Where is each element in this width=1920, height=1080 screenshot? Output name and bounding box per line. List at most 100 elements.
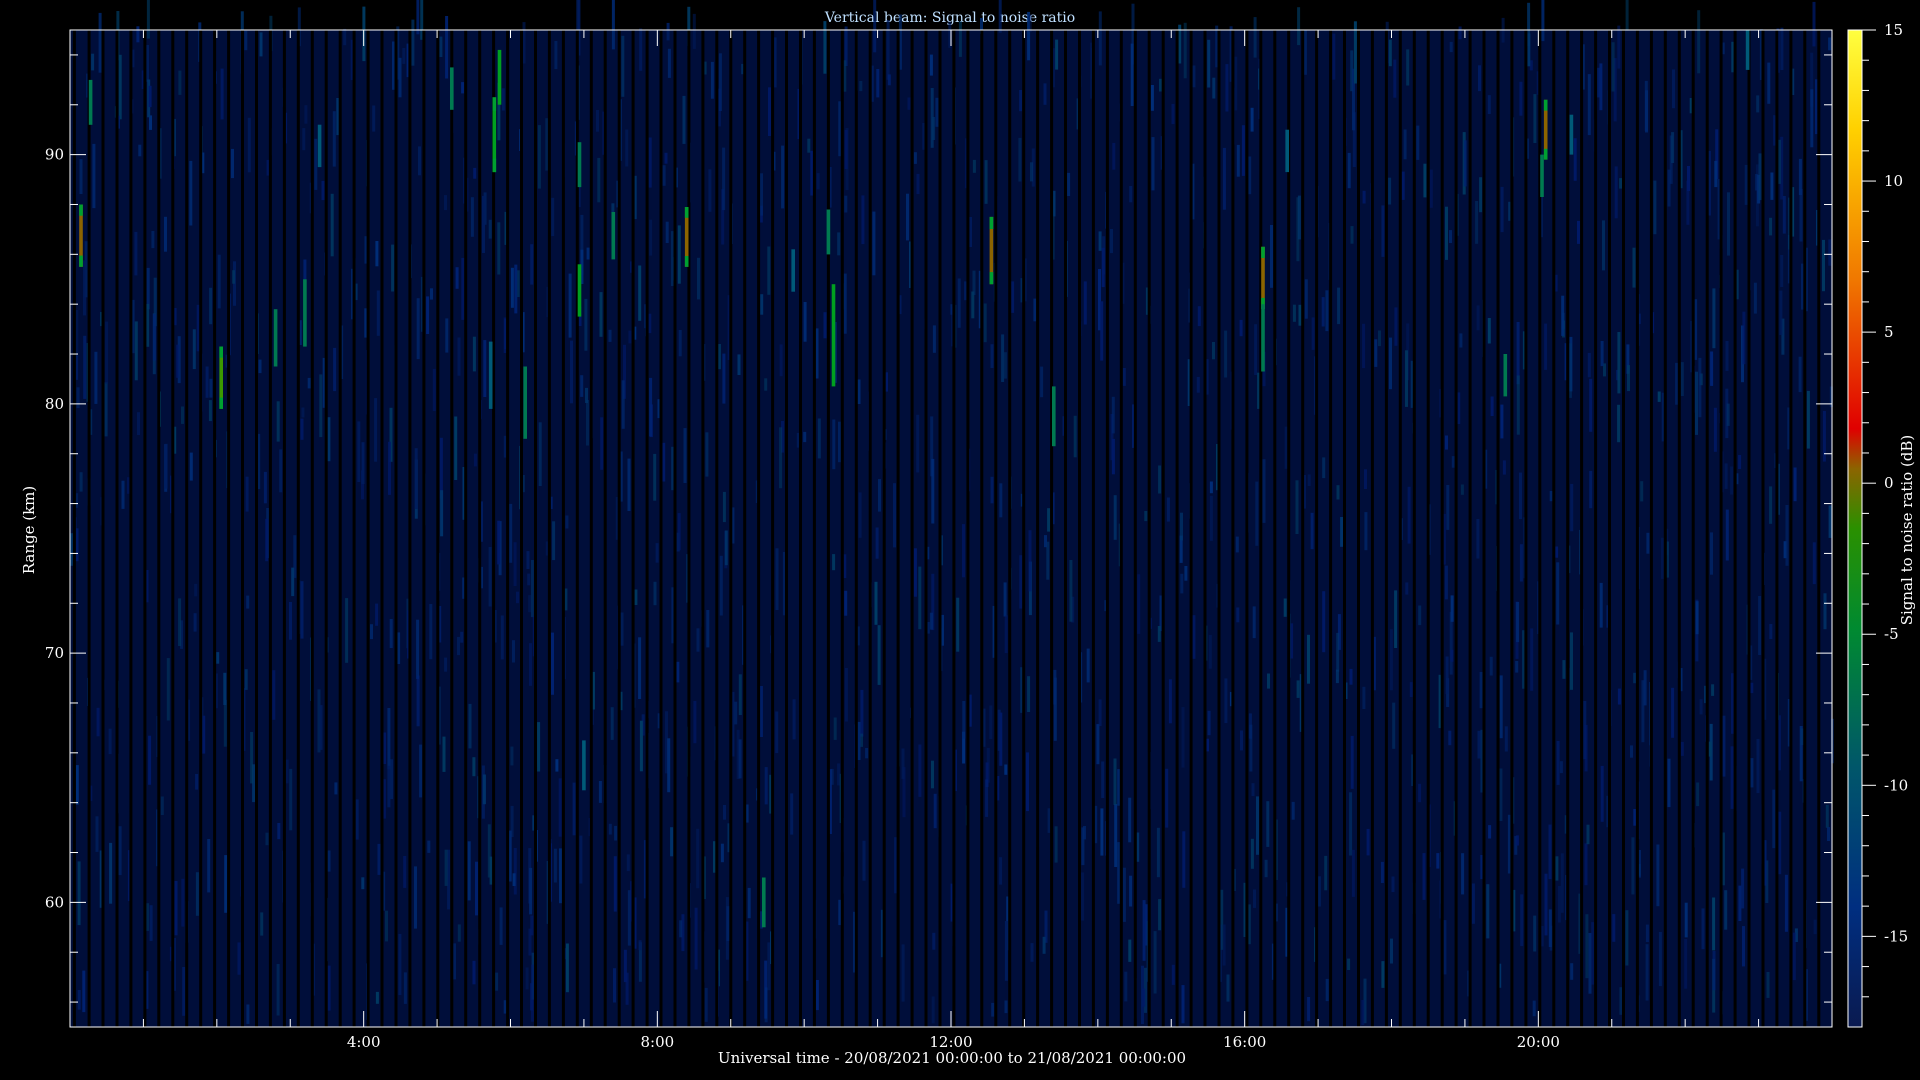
noise-cell — [1640, 481, 1644, 502]
noise-cell — [1347, 958, 1351, 970]
noise-cell — [1527, 33, 1531, 67]
noise-cell — [430, 288, 433, 300]
data-gap-stripe — [1301, 30, 1305, 1027]
noise-cell — [599, 292, 603, 337]
noise-cell — [1236, 144, 1240, 177]
noise-cell — [1549, 925, 1553, 951]
noise-cell — [528, 595, 532, 613]
noise-cell — [1778, 811, 1782, 875]
noise-cell — [1083, 281, 1087, 325]
noise-cell — [91, 53, 95, 71]
noise-cell — [416, 298, 420, 360]
noise-cell — [1030, 943, 1034, 962]
noise-cell — [906, 193, 909, 241]
noise-cell — [1825, 804, 1829, 828]
noise-cell — [1307, 997, 1311, 1022]
noise-cell — [554, 41, 558, 70]
noise-cell — [1180, 573, 1184, 594]
noise-cell — [1671, 132, 1675, 163]
noise-cell — [319, 374, 323, 438]
noise-cell — [648, 313, 652, 334]
noise-cell — [1235, 536, 1239, 553]
echo-cell — [831, 284, 836, 387]
noise-cell — [621, 380, 625, 429]
noise-cell — [623, 949, 627, 983]
data-gap-stripe — [241, 30, 244, 1027]
data-gap-stripe — [1691, 30, 1695, 1027]
data-gap-stripe — [478, 30, 482, 1027]
noise-cell — [1725, 341, 1729, 371]
noise-cell — [958, 21, 962, 57]
noise-cell — [1418, 783, 1422, 803]
data-gap-stripe — [1161, 30, 1165, 1027]
noise-cell — [160, 796, 164, 815]
noise-cell — [497, 520, 501, 565]
noise-cell — [457, 924, 461, 942]
data-gap-stripe — [1608, 30, 1611, 1027]
data-gap-stripe — [1789, 30, 1793, 1027]
noise-cell — [580, 375, 584, 397]
noise-cell — [1710, 351, 1714, 386]
noise-cell — [1499, 675, 1503, 739]
noise-cell — [957, 278, 961, 328]
noise-cell — [1753, 282, 1757, 314]
noise-cell — [414, 866, 417, 929]
data-gap-stripe — [1008, 30, 1012, 1027]
noise-cell — [610, 707, 614, 740]
noise-cell — [1631, 837, 1635, 895]
noise-cell — [482, 195, 485, 253]
noise-cell — [1714, 160, 1718, 188]
noise-cell — [627, 458, 631, 511]
data-gap-stripe — [631, 30, 635, 1027]
noise-cell — [1322, 457, 1326, 479]
noise-cell — [1405, 350, 1408, 407]
data-gap-stripe — [1189, 30, 1193, 1027]
noise-cell — [1043, 83, 1047, 105]
noise-cell — [414, 448, 418, 509]
noise-cell — [962, 701, 966, 739]
noise-cell — [263, 471, 267, 504]
noise-cell — [1589, 470, 1593, 509]
noise-cell — [1769, 486, 1773, 524]
noise-cell — [509, 503, 513, 563]
noise-cell — [334, 782, 338, 795]
noise-cell — [1500, 404, 1504, 439]
noise-cell — [1687, 166, 1690, 191]
noise-cell — [1633, 672, 1637, 684]
noise-cell — [807, 138, 811, 153]
noise-cell — [1046, 541, 1050, 580]
data-gap-stripe — [1761, 30, 1765, 1027]
noise-cell — [1081, 872, 1085, 921]
noise-cell — [1724, 890, 1728, 930]
noise-cell — [375, 603, 379, 626]
noise-cell — [989, 705, 993, 739]
noise-cell — [497, 222, 501, 275]
noise-cell — [1111, 396, 1115, 434]
noise-cell — [1192, 65, 1196, 88]
noise-cell — [823, 312, 827, 339]
noise-cell — [332, 111, 336, 167]
noise-cell — [653, 453, 657, 501]
data-gap-stripe — [1412, 30, 1416, 1027]
noise-cell — [473, 167, 477, 179]
noise-cell — [985, 779, 989, 817]
noise-cell — [1248, 156, 1252, 195]
noise-cell — [1645, 924, 1649, 942]
noise-cell — [1361, 1000, 1365, 1025]
noise-cell — [860, 689, 864, 737]
data-gap-stripe — [143, 30, 147, 1027]
noise-cell — [1098, 231, 1102, 251]
noise-cell — [439, 437, 443, 499]
noise-cell — [429, 604, 433, 660]
noise-cell — [873, 0, 877, 53]
data-gap-stripe — [1705, 30, 1709, 1027]
x-tick-label: 20:00 — [1517, 1033, 1560, 1051]
noise-cell — [148, 735, 152, 785]
noise-cell — [1451, 456, 1455, 468]
noise-cell — [1003, 582, 1007, 617]
data-gap-stripe — [366, 30, 370, 1027]
noise-cell — [513, 542, 517, 586]
noise-cell — [1209, 481, 1213, 494]
noise-cell — [301, 407, 305, 418]
noise-cell — [972, 159, 976, 173]
